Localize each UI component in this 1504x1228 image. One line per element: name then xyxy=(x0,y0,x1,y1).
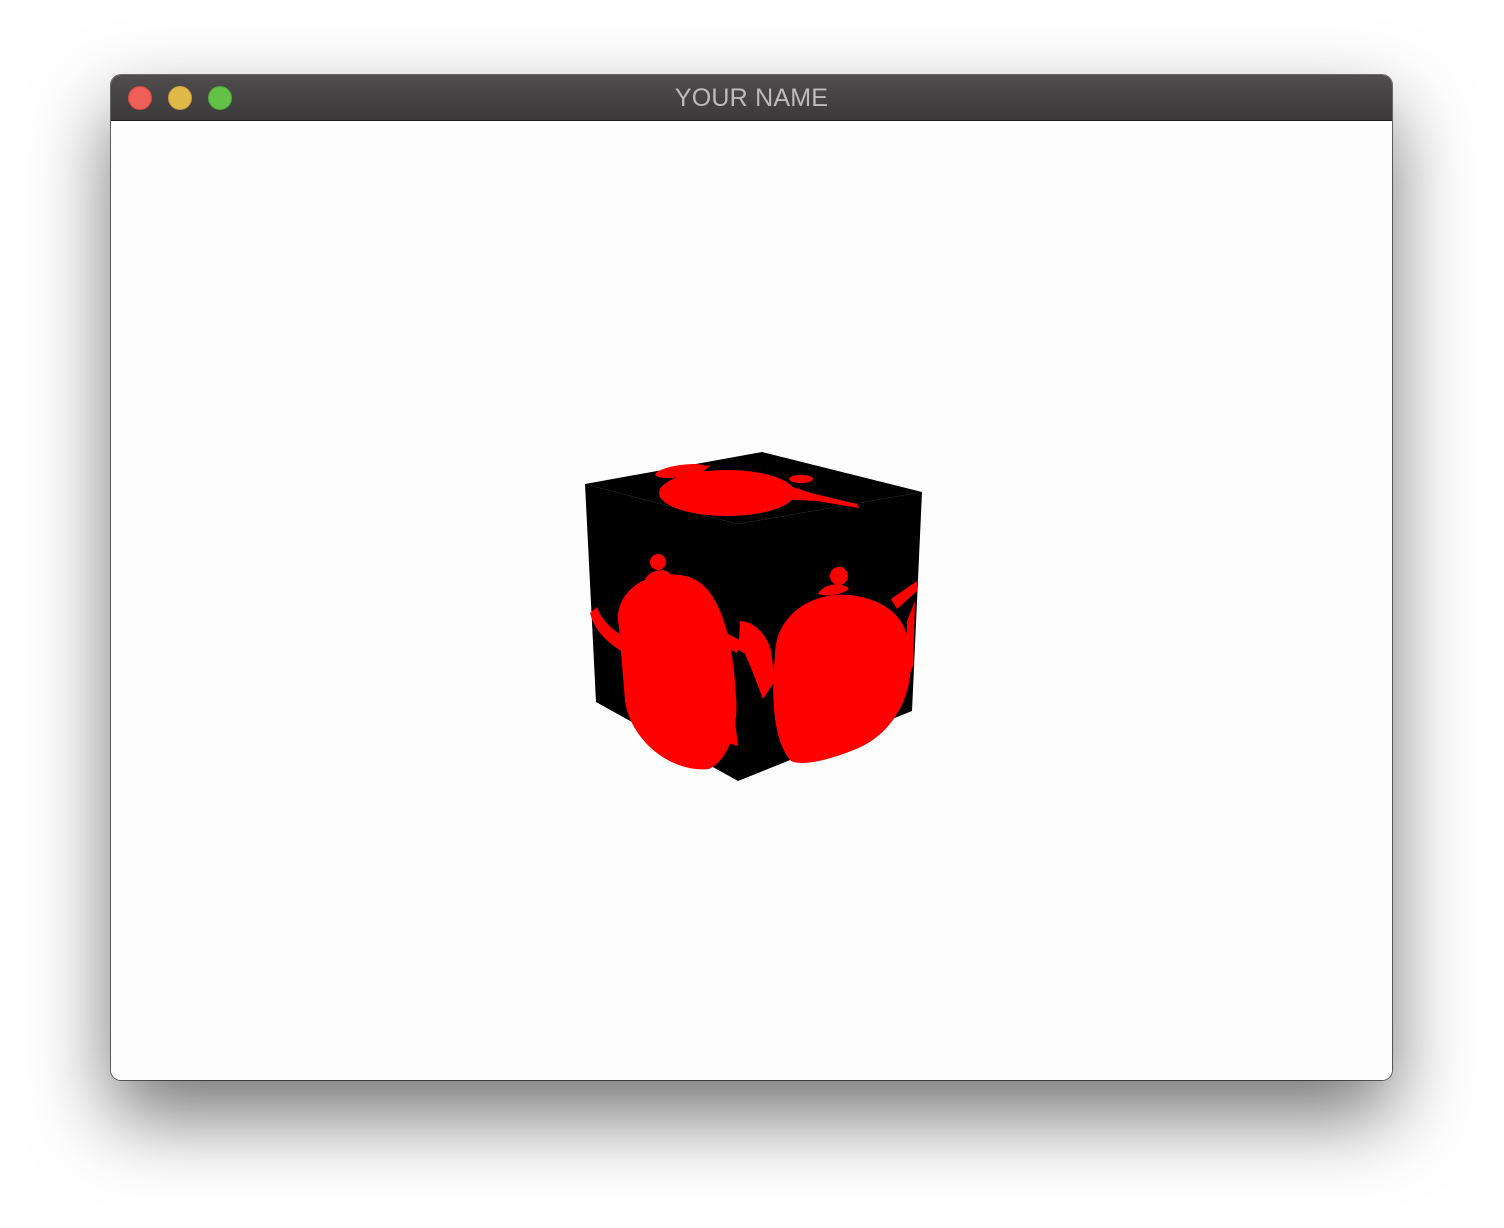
cube-scene xyxy=(585,452,922,781)
app-window: YOUR NAME xyxy=(111,75,1392,1080)
render-canvas[interactable] xyxy=(111,121,1392,1080)
textured-cube xyxy=(585,452,922,781)
title-bar[interactable]: YOUR NAME xyxy=(111,75,1392,121)
window-title: YOUR NAME xyxy=(674,84,829,112)
